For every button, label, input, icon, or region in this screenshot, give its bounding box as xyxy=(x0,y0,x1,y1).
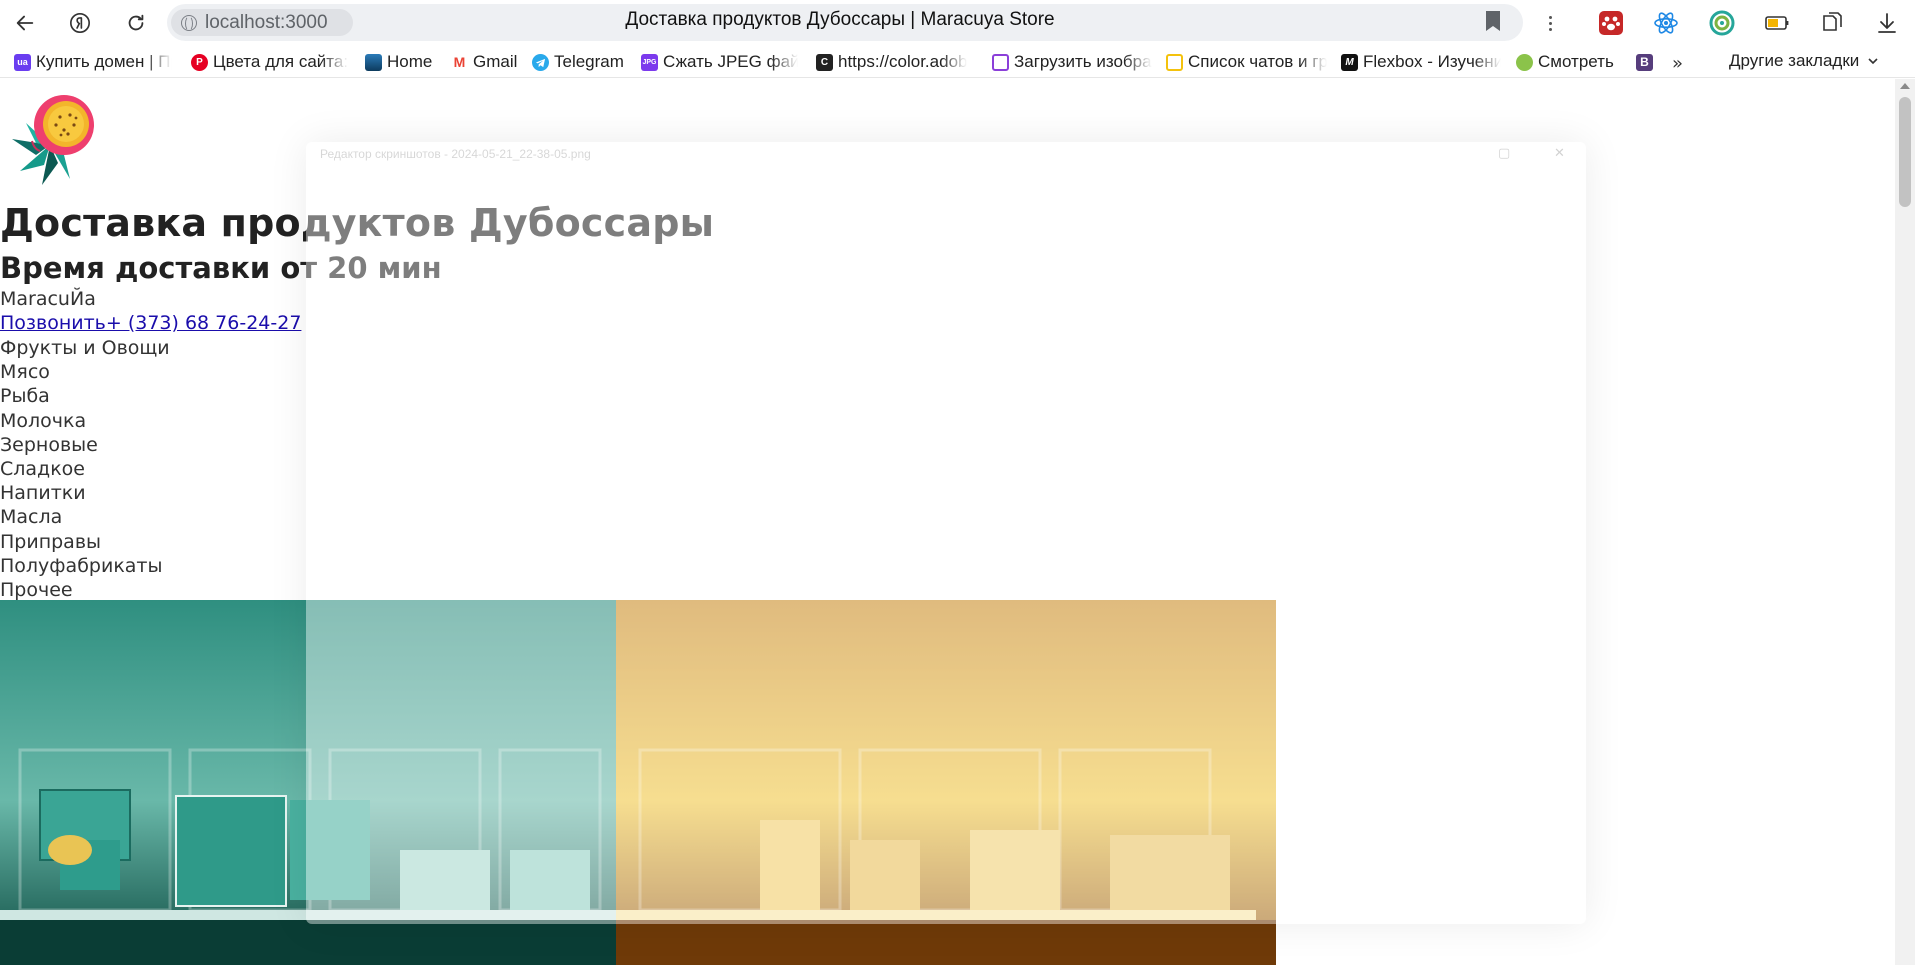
more-bookmarks-button[interactable]: » xyxy=(1672,53,1683,74)
call-link[interactable]: Позвонить+ (373) 68 76-24-27 xyxy=(0,312,301,334)
globe-icon xyxy=(181,14,197,31)
bookmarks-bar: ua Купить домен | Пр P Цвета для сайта: … xyxy=(0,45,1915,78)
category-item[interactable]: Мясо xyxy=(0,360,170,384)
bookmark-item[interactable]: Загрузить изобра xyxy=(992,51,1152,73)
bookmark-item[interactable]: M Flexbox - Изучени xyxy=(1341,51,1501,73)
site-info-chip[interactable]: localhost:3000 xyxy=(171,9,353,36)
category-item[interactable]: Приправы xyxy=(0,530,170,554)
bookmark-item[interactable]: Home xyxy=(365,51,435,73)
back-button[interactable] xyxy=(10,8,40,38)
bookmark-item[interactable]: Список чатов и гр xyxy=(1166,51,1327,73)
extension-color-picker-icon[interactable] xyxy=(1709,10,1735,36)
bookmark-item[interactable]: Смотреть xyxy=(1516,51,1616,73)
ghost-editor-title: Редактор скриншотов - 2024-05-21_22-38-0… xyxy=(320,147,591,161)
pinterest-icon: P xyxy=(191,53,208,71)
bookmark-item[interactable]: ua Купить домен | Пр xyxy=(14,51,172,73)
gmail-icon: M xyxy=(451,53,468,71)
bookmark-item[interactable]: P Цвета для сайта: xyxy=(191,51,351,73)
brand-name: MaracuЙa xyxy=(0,288,96,310)
home-thumb-icon xyxy=(365,53,382,71)
close-icon: ✕ xyxy=(1554,146,1565,161)
chat-list-icon xyxy=(1166,53,1183,71)
category-item[interactable]: Прочее xyxy=(0,578,170,602)
battery-icon[interactable] xyxy=(1764,10,1790,36)
adobe-color-icon: C xyxy=(816,53,833,71)
bootstrap-icon: B xyxy=(1636,53,1653,71)
ua-icon: ua xyxy=(14,53,31,71)
yandex-button[interactable] xyxy=(65,8,95,38)
category-item[interactable]: Зерновые xyxy=(0,433,170,457)
maximize-icon: ▢ xyxy=(1498,146,1511,161)
maracuya-logo-icon[interactable] xyxy=(4,87,108,191)
category-list: Фрукты и Овощи Мясо Рыба Молочка Зерновы… xyxy=(0,336,170,602)
browser-toolbar: localhost:3000 Доставка продуктов Дубосс… xyxy=(0,0,1915,45)
category-item[interactable]: Сладкое xyxy=(0,457,170,481)
url-text: localhost:3000 xyxy=(205,11,328,33)
category-item[interactable]: Фрукты и Овощи xyxy=(0,336,170,360)
other-bookmarks-button[interactable]: Другие закладки xyxy=(1729,51,1879,71)
watch-icon xyxy=(1516,53,1533,71)
bookmark-item[interactable]: B xyxy=(1636,51,1658,73)
reload-icon xyxy=(128,14,144,31)
page-title-in-bar: Доставка продуктов Дубоссары | Maracuya … xyxy=(625,9,1055,30)
bookmark-icon[interactable] xyxy=(1484,10,1502,32)
category-item[interactable]: Масла xyxy=(0,505,170,529)
upload-image-icon xyxy=(992,53,1009,71)
bookmark-item[interactable]: M Gmail xyxy=(451,51,521,73)
arrow-left-icon xyxy=(16,15,34,31)
telegram-icon xyxy=(532,53,549,71)
collections-icon[interactable] xyxy=(1819,10,1845,36)
extension-react-icon[interactable] xyxy=(1653,10,1679,36)
ghost-editor-window: Редактор скриншотов - 2024-05-21_22-38-0… xyxy=(306,142,1586,924)
category-item[interactable]: Напитки xyxy=(0,481,170,505)
category-item[interactable]: Полуфабрикаты xyxy=(0,554,170,578)
bookmark-item[interactable]: Telegram xyxy=(532,51,627,73)
extension-paw-icon[interactable] xyxy=(1598,10,1624,36)
page-viewport: Доставка продуктов Дубоссары Время доста… xyxy=(0,79,1895,965)
menu-kebab-button[interactable] xyxy=(1540,8,1560,38)
flexbox-icon: M xyxy=(1341,53,1358,71)
jpg-icon: JPG xyxy=(641,53,658,71)
vertical-scrollbar[interactable] xyxy=(1895,79,1915,965)
bookmark-item[interactable]: JPG Сжать JPEG файл xyxy=(641,51,798,73)
scroll-up-arrow-icon[interactable] xyxy=(1900,83,1910,89)
bookmark-item[interactable]: C https://color.adob xyxy=(816,51,976,73)
scroll-thumb[interactable] xyxy=(1899,97,1911,207)
chevron-down-icon xyxy=(1868,58,1878,65)
category-item[interactable]: Молочка xyxy=(0,409,170,433)
reload-button[interactable] xyxy=(121,8,151,38)
yandex-icon xyxy=(70,13,90,33)
downloads-icon[interactable] xyxy=(1874,10,1900,36)
category-item[interactable]: Рыба xyxy=(0,384,170,408)
